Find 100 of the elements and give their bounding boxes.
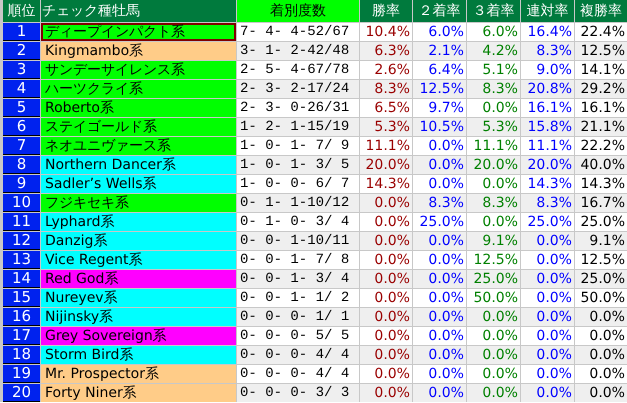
sire-line-cell[interactable]: Kingmambo系: [41, 42, 236, 60]
record-cell: 3- 1- 2-42/48: [237, 42, 359, 60]
rate-cell: 22.2%: [575, 137, 627, 155]
sire-line-cell[interactable]: Nureyev系: [41, 289, 236, 307]
rate-cell: 0.0%: [575, 384, 627, 402]
rate-cell: 0.0%: [360, 213, 412, 231]
rate-cell: 0.0%: [575, 365, 627, 383]
rate-cell: 9.7%: [413, 99, 466, 117]
rate-cell: 0.0%: [521, 365, 574, 383]
rate-cell: 0.0%: [413, 308, 466, 326]
rate-cell: 0.0%: [413, 384, 466, 402]
rate-cell: 25.0%: [521, 213, 574, 231]
rate-cell: 0.0%: [575, 308, 627, 326]
rate-cell: 0.0%: [521, 327, 574, 345]
rate-cell: 0.0%: [413, 365, 466, 383]
rank-cell: 1: [3, 23, 40, 41]
rank-cell: 18: [3, 346, 40, 364]
sire-line-cell[interactable]: Nijinsky系: [41, 308, 236, 326]
record-cell: 2- 3- 2-17/24: [237, 80, 359, 98]
rate-cell: 5.1%: [467, 61, 520, 79]
rank-cell: 11: [3, 213, 40, 231]
record-cell: 0- 1- 0- 3/ 4: [237, 213, 359, 231]
sire-line-cell[interactable]: フジキセキ系: [41, 194, 236, 212]
rate-cell: 12.5%: [413, 80, 466, 98]
rate-cell: 0.0%: [413, 270, 466, 288]
rate-cell: 0.0%: [413, 175, 466, 193]
sire-line-cell[interactable]: Sadler’s Wells系: [41, 175, 236, 193]
rate-cell: 0.0%: [360, 308, 412, 326]
rate-cell: 0.0%: [467, 213, 520, 231]
rate-cell: 0.0%: [360, 270, 412, 288]
rate-cell: 0.0%: [360, 365, 412, 383]
sire-line-cell[interactable]: Grey Sovereign系: [41, 327, 236, 345]
sire-line-cell[interactable]: ハーツクライ系: [41, 80, 236, 98]
rate-cell: 29.2%: [575, 80, 627, 98]
rate-cell: 2.1%: [413, 42, 466, 60]
sire-line-cell[interactable]: Roberto系: [41, 99, 236, 117]
sire-line-cell[interactable]: ディープインパクト系: [41, 23, 236, 41]
record-cell: 1- 0- 1- 7/ 9: [237, 137, 359, 155]
rate-cell: 25.0%: [575, 270, 627, 288]
record-cell: 0- 0- 1- 7/ 8: [237, 251, 359, 269]
rate-cell: 0.0%: [360, 346, 412, 364]
column-header[interactable]: チェック種牡馬: [41, 0, 236, 22]
rate-cell: 25.0%: [467, 270, 520, 288]
sire-line-cell[interactable]: Red God系: [41, 270, 236, 288]
rate-cell: 50.0%: [575, 289, 627, 307]
rate-cell: 14.3%: [521, 175, 574, 193]
record-cell: 2- 3- 0-26/31: [237, 99, 359, 117]
rate-cell: 9.1%: [575, 232, 627, 250]
column-header[interactable]: 順位: [3, 0, 40, 22]
column-header[interactable]: 連対率: [521, 0, 574, 22]
rate-cell: 0.0%: [467, 384, 520, 402]
rate-cell: 2.6%: [360, 61, 412, 79]
rate-cell: 22.4%: [575, 23, 627, 41]
rate-cell: 0.0%: [521, 346, 574, 364]
record-cell: 7- 4- 4-52/67: [237, 23, 359, 41]
rate-cell: 0.0%: [413, 232, 466, 250]
column-header[interactable]: 勝率: [360, 0, 412, 22]
rate-cell: 10.5%: [413, 118, 466, 136]
rate-cell: 0.0%: [521, 308, 574, 326]
sire-line-cell[interactable]: Lyphard系: [41, 213, 236, 231]
column-header[interactable]: ２着率: [413, 0, 466, 22]
column-header[interactable]: 着別度数: [237, 0, 359, 22]
sire-line-cell[interactable]: Danzig系: [41, 232, 236, 250]
sire-line-cell[interactable]: Forty Niner系: [41, 384, 236, 402]
record-cell: 0- 0- 0- 4/ 4: [237, 365, 359, 383]
rate-cell: 0.0%: [467, 365, 520, 383]
record-cell: 0- 0- 0- 5/ 5: [237, 327, 359, 345]
rate-cell: 11.1%: [467, 137, 520, 155]
rate-cell: 15.8%: [521, 118, 574, 136]
sire-line-cell[interactable]: Vice Regent系: [41, 251, 236, 269]
sire-line-cell[interactable]: ステイゴールド系: [41, 118, 236, 136]
rank-cell: 19: [3, 365, 40, 383]
sire-line-cell[interactable]: Northern Dancer系: [41, 156, 236, 174]
rate-cell: 5.3%: [360, 118, 412, 136]
rank-cell: 4: [3, 80, 40, 98]
rank-cell: 20: [3, 384, 40, 402]
sire-line-cell[interactable]: Storm Bird系: [41, 346, 236, 364]
rate-cell: 8.3%: [521, 42, 574, 60]
rate-cell: 12.5%: [575, 42, 627, 60]
rate-cell: 8.3%: [413, 194, 466, 212]
sire-line-cell[interactable]: Mr. Prospector系: [41, 365, 236, 383]
sire-line-cell[interactable]: サンデーサイレンス系: [41, 61, 236, 79]
rank-cell: 16: [3, 308, 40, 326]
rate-cell: 0.0%: [467, 308, 520, 326]
sire-line-cell[interactable]: ネオユニヴァース系: [41, 137, 236, 155]
rank-cell: 5: [3, 99, 40, 117]
rate-cell: 40.0%: [575, 156, 627, 174]
rate-cell: 0.0%: [413, 289, 466, 307]
rate-cell: 8.3%: [360, 80, 412, 98]
rank-cell: 10: [3, 194, 40, 212]
record-cell: 2- 5- 4-67/78: [237, 61, 359, 79]
rate-cell: 0.0%: [521, 270, 574, 288]
column-header[interactable]: ３着率: [467, 0, 520, 22]
rate-cell: 14.3%: [575, 175, 627, 193]
rate-cell: 0.0%: [413, 137, 466, 155]
rate-cell: 6.4%: [413, 61, 466, 79]
rate-cell: 0.0%: [521, 232, 574, 250]
column-header[interactable]: 複勝率: [575, 0, 627, 22]
rate-cell: 16.1%: [521, 99, 574, 117]
rate-cell: 0.0%: [360, 384, 412, 402]
